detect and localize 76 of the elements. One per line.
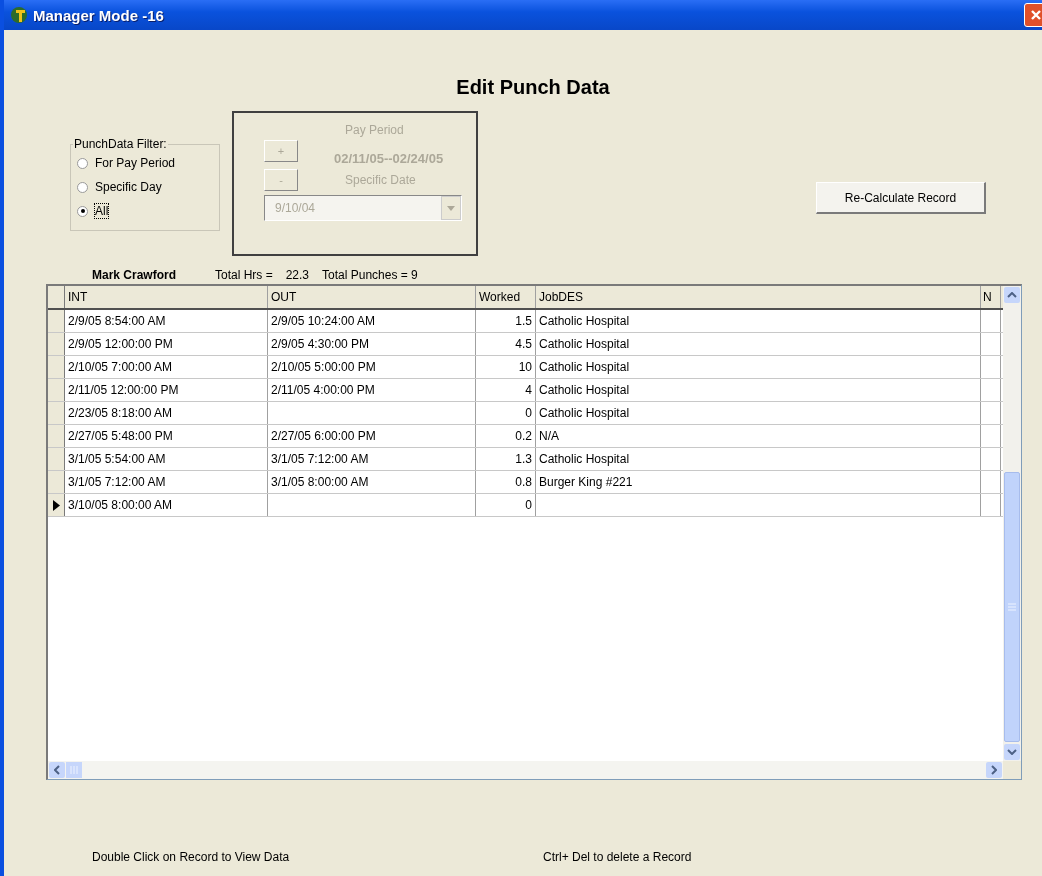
table-cell: 0 <box>525 498 532 512</box>
column-header[interactable]: JobDES <box>536 286 981 308</box>
scroll-left-button[interactable] <box>49 762 65 778</box>
chevron-left-icon <box>54 765 60 775</box>
table-cell: Catholic Hospital <box>539 314 630 328</box>
radio-label[interactable]: Specific Day <box>95 180 162 194</box>
scroll-right-button[interactable] <box>986 762 1002 778</box>
table-cell: Burger King #221 <box>539 475 633 489</box>
field-label: Pay Period <box>344 123 405 139</box>
column-header[interactable]: Worked <box>476 286 536 308</box>
radio-button[interactable] <box>77 181 88 193</box>
table-cell: 2/11/05 4:00:00 PM <box>271 383 375 397</box>
hint-text: Ctrl+ Del to delete a Record <box>543 850 692 864</box>
total-punches: Total Punches = 9 <box>322 268 418 282</box>
table-cell: 1.3 <box>515 452 532 466</box>
app-icon <box>10 6 28 24</box>
table-cell: 2/9/05 12:00:00 PM <box>68 337 173 351</box>
row-selector[interactable] <box>48 494 65 516</box>
group-label: PunchData Filter: <box>73 137 168 151</box>
close-button[interactable] <box>1024 3 1042 27</box>
scroll-thumb[interactable] <box>66 762 82 778</box>
table-cell: Catholic Hospital <box>539 383 630 397</box>
chevron-down-icon <box>1007 749 1017 755</box>
horizontal-scrollbar[interactable] <box>48 761 1003 779</box>
table-cell: 4.5 <box>515 337 532 351</box>
table-cell: 4 <box>525 383 532 397</box>
window-title: Manager Mode -16 <box>33 6 164 24</box>
field-label: Specific Date <box>344 173 417 189</box>
table-cell: N/A <box>539 429 559 443</box>
table-cell: 2/27/05 5:48:00 PM <box>68 429 173 443</box>
table-cell: Catholic Hospital <box>539 360 630 374</box>
hint-text: Double Click on Record to View Data <box>92 850 291 864</box>
table-cell: 2/23/05 8:18:00 AM <box>68 406 173 420</box>
table-cell: 2/10/05 7:00:00 AM <box>68 360 173 374</box>
column-header[interactable]: INT <box>65 286 268 308</box>
total-hours-label: Total Hrs = <box>215 268 273 282</box>
chevron-right-icon <box>991 765 997 775</box>
radio-label[interactable]: For Pay Period <box>95 156 176 170</box>
table-cell: 3/1/05 8:00:00 AM <box>271 475 369 489</box>
chevron-up-icon <box>1007 292 1017 298</box>
page-heading: Edit Punch Data <box>455 76 611 99</box>
dropdown-arrow-icon <box>447 205 455 211</box>
recalculate-button[interactable]: Re-Calculate Record <box>816 182 986 214</box>
table-cell: 3/10/05 8:00:00 AM <box>68 498 173 512</box>
current-row-icon <box>52 499 60 511</box>
table-cell: 3/1/05 7:12:00 AM <box>68 475 166 489</box>
table-cell: 0.8 <box>515 475 532 489</box>
table-cell: 2/9/05 4:30:00 PM <box>271 337 370 351</box>
table-cell: Catholic Hospital <box>539 337 630 351</box>
radio-button[interactable] <box>77 205 88 217</box>
table-cell: Catholic Hospital <box>539 406 630 420</box>
scroll-thumb[interactable] <box>1004 472 1020 742</box>
column-header[interactable]: OUT <box>268 286 476 308</box>
table-cell: 2/27/05 6:00:00 PM <box>271 429 376 443</box>
total-hours-value: 22.3 <box>285 268 310 282</box>
table-cell: 3/1/05 5:54:00 AM <box>68 452 166 466</box>
table-cell: 2/9/05 10:24:00 AM <box>271 314 376 328</box>
employee-name: Mark Crawford <box>92 268 178 282</box>
radio-button[interactable] <box>77 157 88 169</box>
close-icon <box>1030 9 1042 21</box>
scroll-down-button[interactable] <box>1004 744 1020 760</box>
table-cell: 1.5 <box>515 314 532 328</box>
table-cell: 2/9/05 8:54:00 AM <box>68 314 166 328</box>
radio-label[interactable]: All <box>95 204 109 218</box>
column-header[interactable]: N <box>981 286 1001 308</box>
table-cell: 0 <box>525 406 532 420</box>
table-cell: 2/10/05 5:00:00 PM <box>271 360 376 374</box>
table-cell: 2/11/05 12:00:00 PM <box>68 383 179 397</box>
vertical-scrollbar[interactable] <box>1003 286 1021 761</box>
table-cell: 3/1/05 7:12:00 AM <box>271 452 369 466</box>
pay-period-range: 02/11/05--02/24/05 <box>334 150 445 166</box>
scrollbar-corner <box>1003 761 1021 779</box>
table-cell: 10 <box>518 360 532 374</box>
table-cell: 0.2 <box>515 429 532 443</box>
scroll-up-button[interactable] <box>1004 287 1020 303</box>
table-cell: Catholic Hospital <box>539 452 630 466</box>
